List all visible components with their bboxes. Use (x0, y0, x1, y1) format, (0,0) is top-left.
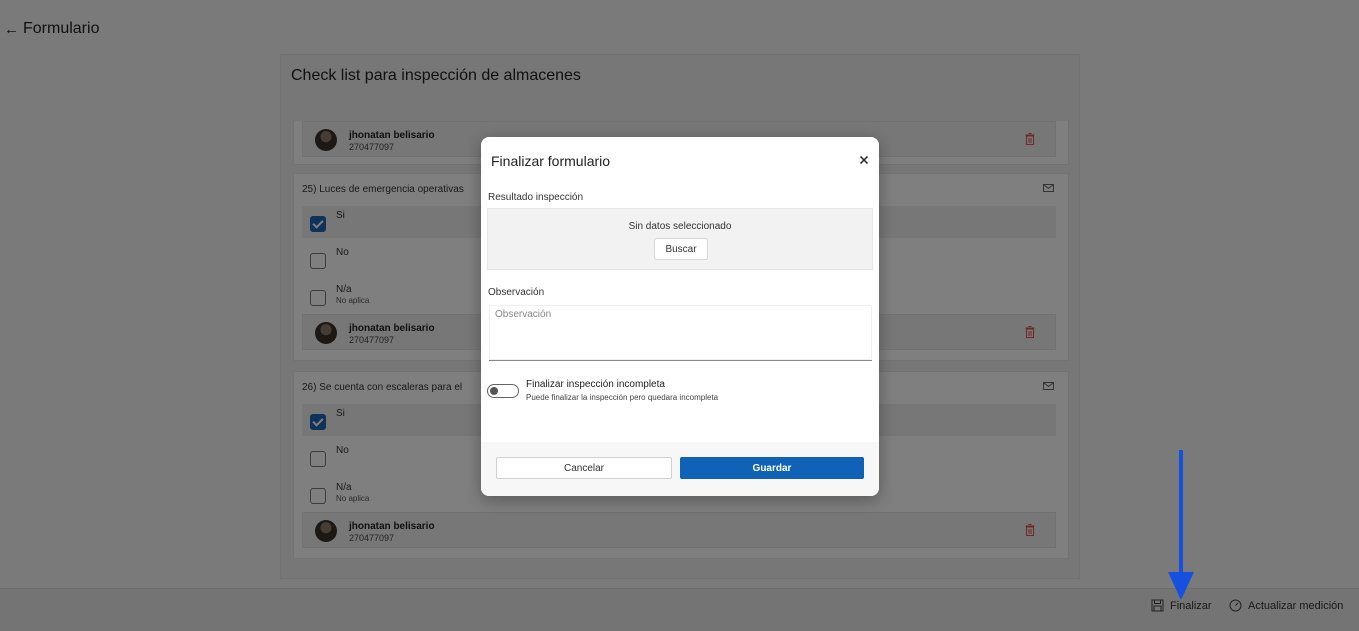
dialog-title: Finalizar formulario (491, 153, 611, 169)
dialog-footer: Cancelar Guardar (481, 442, 879, 496)
toggle-description: Puede finalizar la inspección pero queda… (526, 393, 719, 402)
incomplete-toggle[interactable] (487, 384, 519, 398)
finalize-form-dialog: Finalizar formulario Resultado inspecció… (481, 137, 879, 496)
arrow-down-icon (1168, 450, 1194, 600)
close-icon[interactable] (857, 153, 871, 167)
result-label: Resultado inspección (488, 192, 584, 203)
result-selector: Sin datos seleccionado Buscar (487, 208, 873, 270)
save-button[interactable]: Guardar (680, 457, 864, 479)
cancel-button[interactable]: Cancelar (496, 457, 672, 479)
observation-input[interactable] (489, 305, 872, 361)
toggle-knob (490, 387, 498, 395)
toggle-label: Finalizar inspección incompleta (526, 379, 665, 390)
observation-label: Observación (488, 287, 545, 298)
search-button[interactable]: Buscar (654, 238, 708, 260)
no-data-text: Sin datos seleccionado (628, 221, 732, 232)
